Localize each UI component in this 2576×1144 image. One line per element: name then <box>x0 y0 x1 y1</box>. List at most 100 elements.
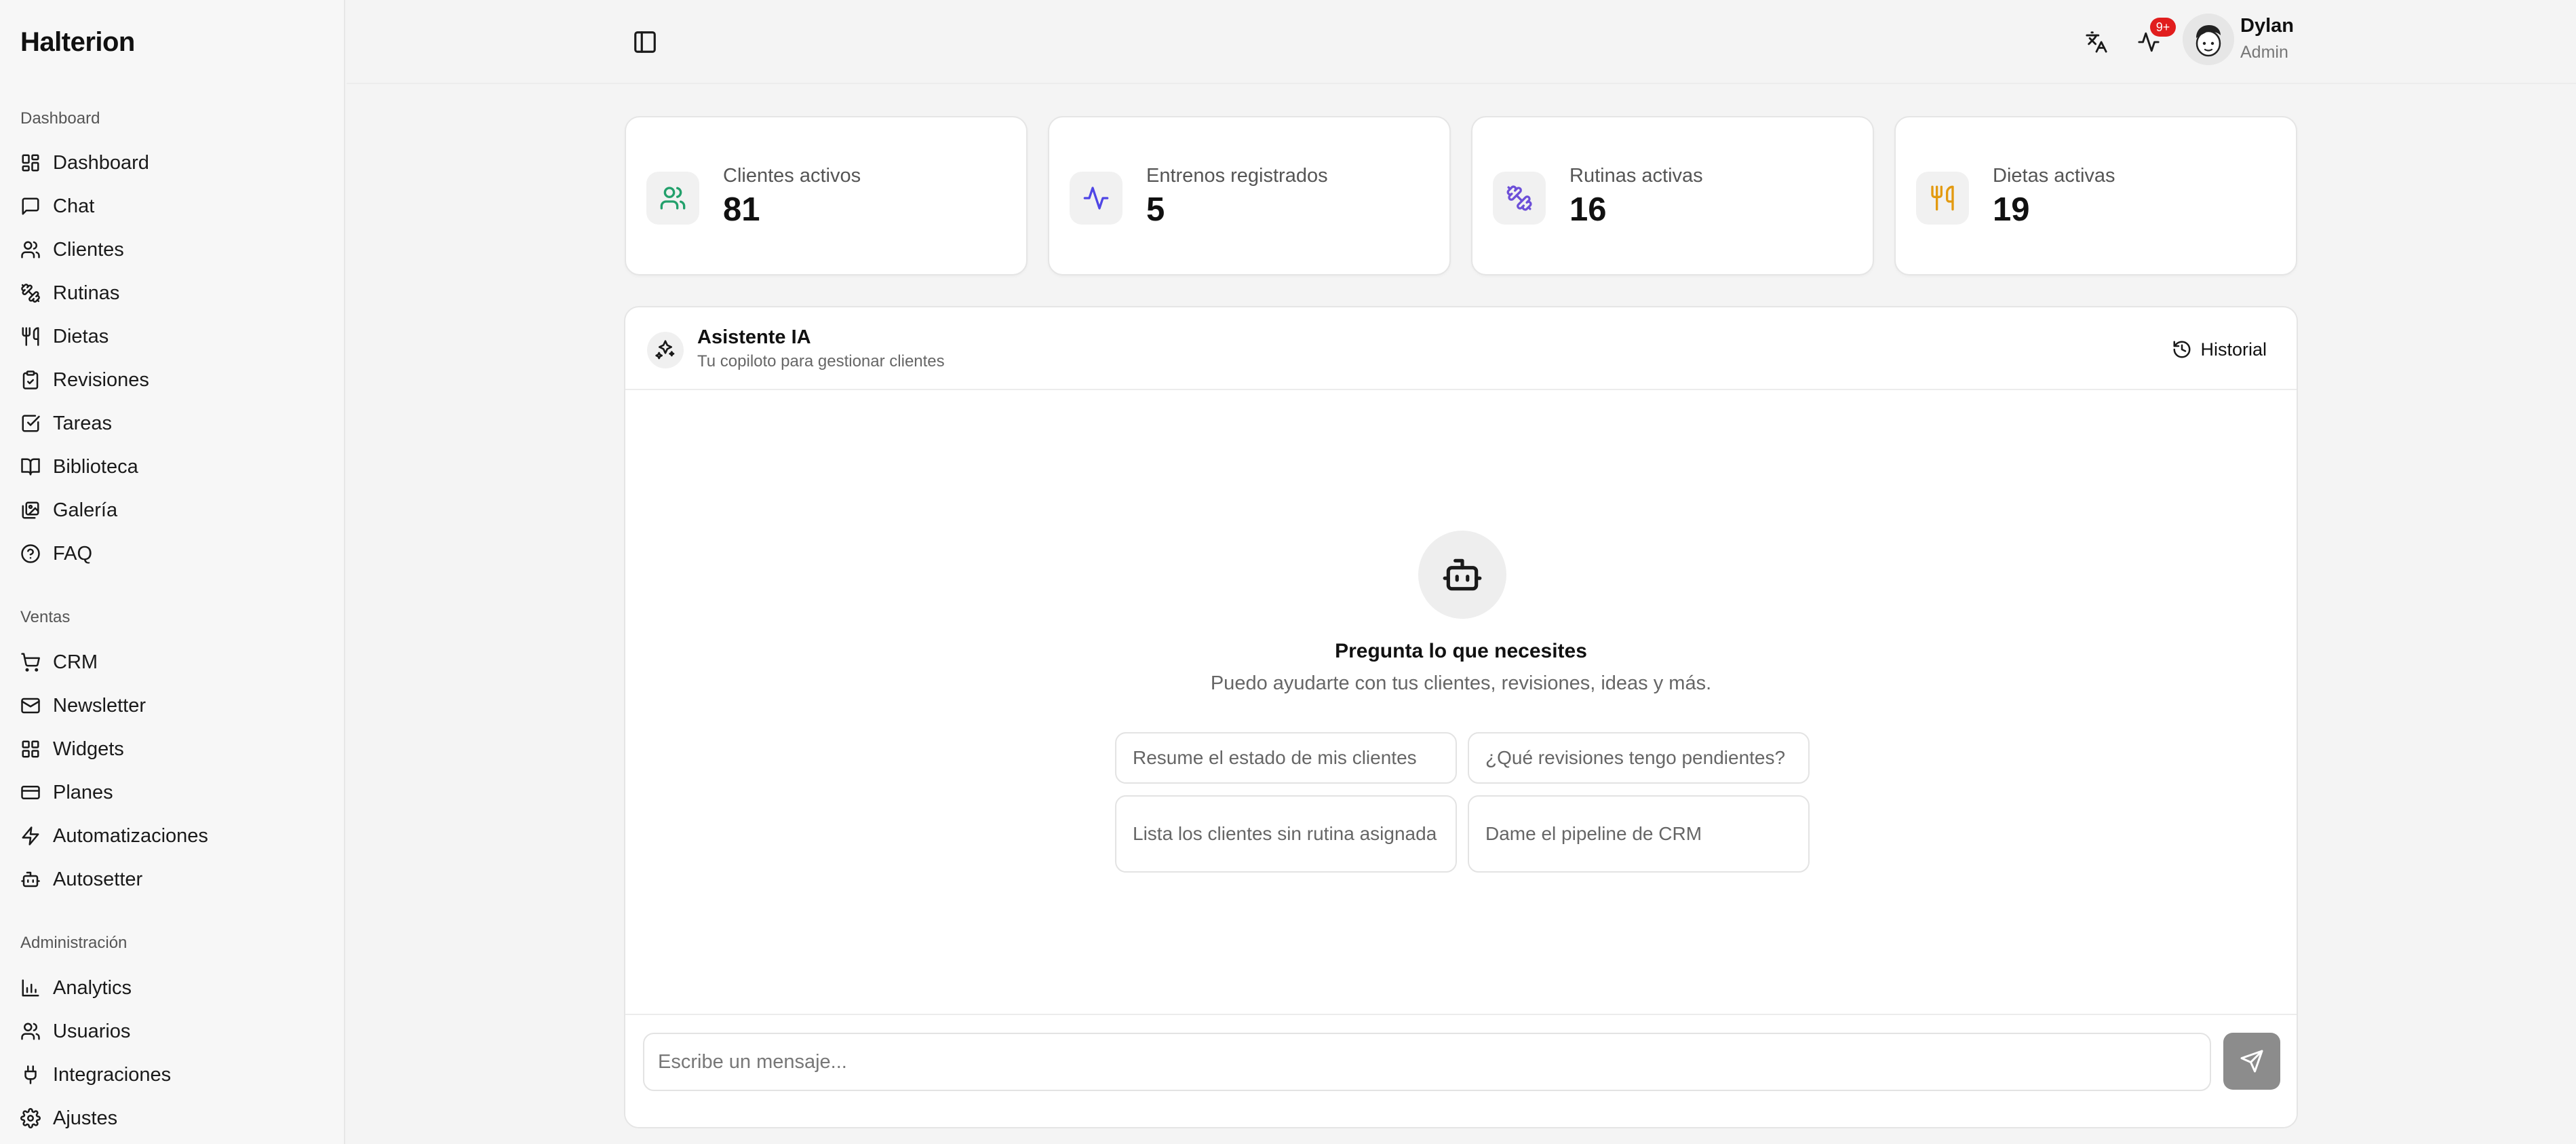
sidebar-item-galeria[interactable]: Galería <box>16 491 328 529</box>
sidebar-item-dietas[interactable]: Dietas <box>16 318 328 356</box>
settings-icon <box>20 1108 41 1128</box>
stat-label: Clientes activos <box>723 165 861 187</box>
sidebar-item-rutinas[interactable]: Rutinas <box>16 274 328 312</box>
sidebar-item-label: Rutinas <box>53 282 120 304</box>
notification-badge: 9+ <box>2150 18 2176 37</box>
sidebar-item-biblioteca[interactable]: Biblioteca <box>16 448 328 486</box>
sidebar-item-label: Analytics <box>53 976 132 999</box>
history-icon <box>2173 341 2191 358</box>
assistant-bot-badge <box>1418 531 1506 619</box>
sidebar-item-label: Widgets <box>53 738 124 760</box>
message-input[interactable] <box>643 1033 2211 1091</box>
suggestion-chip[interactable]: Lista los clientes sin rutina asignada <box>1115 795 1457 873</box>
stat-icon-box <box>1493 172 1546 225</box>
history-button[interactable]: Historial <box>2172 333 2267 366</box>
section-title-ventas: Ventas <box>20 608 71 626</box>
sidebar-item-chat[interactable]: Chat <box>16 187 328 225</box>
history-button-label: Historial <box>2200 339 2267 360</box>
stat-value: 19 <box>1993 191 2030 228</box>
users-icon <box>660 187 686 210</box>
sidebar-item-label: Chat <box>53 195 95 217</box>
sidebar-item-revisiones[interactable]: Revisiones <box>16 361 328 399</box>
suggestion-chip[interactable]: Dame el pipeline de CRM <box>1468 795 1810 873</box>
sidebar-toggle-button[interactable] <box>630 27 660 57</box>
bot-icon <box>21 871 40 888</box>
avatar[interactable] <box>2183 14 2234 65</box>
sidebar-item-crm[interactable]: CRM <box>16 643 328 681</box>
dumbbell-icon <box>21 284 40 303</box>
brand-logo[interactable]: Halterion <box>20 27 135 58</box>
sidebar-item-faq[interactable]: FAQ <box>16 535 328 573</box>
bot-icon <box>1443 558 1482 591</box>
ai-assistant-panel: Asistente IA Tu copiloto para gestionar … <box>624 306 2298 1128</box>
utensils-icon <box>22 327 39 346</box>
sidebar-item-label: Usuarios <box>53 1020 131 1042</box>
sidebar-item-newsletter[interactable]: Newsletter <box>16 687 328 725</box>
sidebar-item-usuarios[interactable]: Usuarios <box>16 1012 328 1050</box>
sidebar-item-label: CRM <box>53 651 98 673</box>
user-role: Admin <box>2240 43 2288 62</box>
suggestion-chip[interactable]: Resume el estado de mis clientes <box>1115 732 1457 784</box>
empty-state-subtitle: Puedo ayudarte con tus clientes, revisio… <box>1210 672 1712 694</box>
section-title-administracion: Administración <box>20 934 128 952</box>
sidebar-item-label: Galería <box>53 499 118 521</box>
assistant-title: Asistente IA <box>697 326 811 348</box>
stat-card-entrenos-registrados[interactable]: Entrenos registrados 5 <box>1048 116 1451 275</box>
sidebar-item-label: Newsletter <box>53 694 146 717</box>
sidebar-item-label: Clientes <box>53 238 124 261</box>
sidebar-item-autosetter[interactable]: Autosetter <box>16 860 328 898</box>
dashboard-grid-icon <box>22 154 39 172</box>
avatar-illustration-icon <box>2183 14 2234 65</box>
sidebar: Halterion Dashboard Dashboard Chat Clien… <box>0 0 345 1144</box>
message-square-icon <box>22 197 39 215</box>
credit-card-icon <box>21 786 40 799</box>
check-square-icon <box>22 415 40 432</box>
stat-card-rutinas-activas[interactable]: Rutinas activas 16 <box>1471 116 1874 275</box>
assistant-header: Asistente IA Tu copiloto para gestionar … <box>625 307 2297 390</box>
sidebar-item-label: Automatizaciones <box>53 824 208 847</box>
stat-card-clientes-activos[interactable]: Clientes activos 81 <box>625 116 1028 275</box>
sidebar-item-label: Biblioteca <box>53 455 138 478</box>
sidebar-item-label: FAQ <box>53 542 93 565</box>
sidebar-item-integraciones[interactable]: Integraciones <box>16 1056 328 1094</box>
send-icon <box>2240 1050 2263 1073</box>
sidebar-item-automatizaciones[interactable]: Automatizaciones <box>16 817 328 855</box>
sidebar-item-label: Tareas <box>53 412 113 434</box>
sidebar-item-label: Revisiones <box>53 368 149 391</box>
sidebar-item-planes[interactable]: Planes <box>16 774 328 812</box>
sidebar-item-dashboard[interactable]: Dashboard <box>16 144 328 182</box>
sidebar-item-label: Autosetter <box>53 868 143 890</box>
stat-value: 81 <box>723 191 760 228</box>
stat-value: 5 <box>1146 191 1165 228</box>
suggestion-chip[interactable]: ¿Qué revisiones tengo pendientes? <box>1468 732 1810 784</box>
sidebar-item-label: Dietas <box>53 325 109 347</box>
sidebar-item-analytics[interactable]: Analytics <box>16 969 328 1007</box>
plug-icon <box>24 1065 37 1084</box>
panel-left-icon <box>634 31 656 53</box>
zap-icon <box>22 826 39 845</box>
sidebar-item-widgets[interactable]: Widgets <box>16 730 328 768</box>
stat-label: Dietas activas <box>1993 165 2115 187</box>
stat-label: Rutinas activas <box>1569 165 1703 187</box>
stat-card-dietas-activas[interactable]: Dietas activas 19 <box>1894 116 2297 275</box>
book-open-icon <box>21 458 40 476</box>
sidebar-item-label: Integraciones <box>53 1063 172 1086</box>
assistant-subtitle: Tu copiloto para gestionar clientes <box>697 352 945 370</box>
stat-icon-box <box>1916 172 1969 225</box>
sidebar-item-clientes[interactable]: Clientes <box>16 231 328 269</box>
sidebar-item-label: Ajustes <box>53 1107 118 1129</box>
stat-label: Entrenos registrados <box>1146 165 1328 187</box>
user-name[interactable]: Dylan <box>2240 15 2294 37</box>
help-circle-icon <box>21 544 40 563</box>
images-icon <box>22 501 39 519</box>
language-button[interactable] <box>2080 26 2113 58</box>
stat-icon-box <box>1070 172 1123 225</box>
sidebar-item-ajustes[interactable]: Ajustes <box>16 1099 328 1137</box>
widgets-grid-icon <box>22 740 39 758</box>
sidebar-item-tareas[interactable]: Tareas <box>16 404 328 442</box>
send-button[interactable] <box>2223 1033 2280 1090</box>
bar-chart-icon <box>22 979 39 997</box>
activity-notifications-button[interactable]: 9+ <box>2132 18 2176 58</box>
users-icon <box>21 241 40 259</box>
top-bar: 9+ Dylan Admin <box>347 0 2576 84</box>
